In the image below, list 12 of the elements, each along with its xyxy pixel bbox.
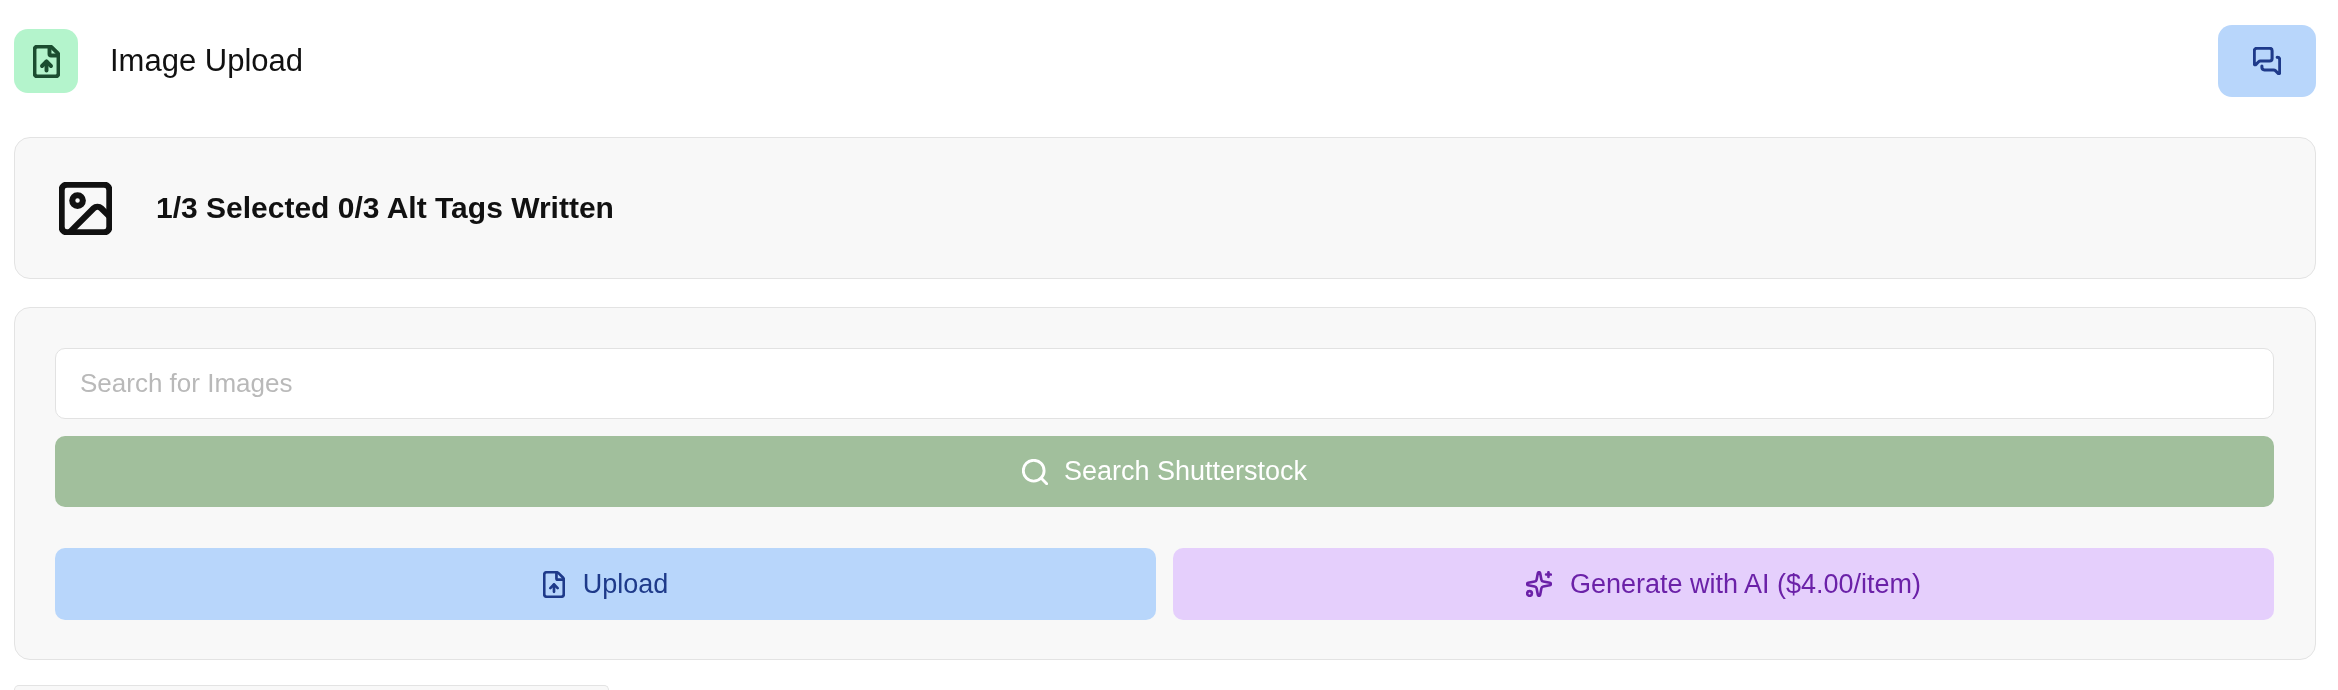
file-upload-icon bbox=[542, 570, 565, 598]
chat-button[interactable] bbox=[2218, 25, 2316, 97]
page-title: Image Upload bbox=[110, 43, 303, 79]
file-upload-icon bbox=[14, 29, 78, 93]
search-icon bbox=[1021, 458, 1048, 485]
sparkles-icon bbox=[1525, 571, 1552, 597]
summary-text: 1/3 Selected 0/3 Alt Tags Written bbox=[156, 191, 614, 225]
upload-button[interactable]: Upload bbox=[55, 548, 1156, 620]
speech-bubbles-icon bbox=[2253, 47, 2281, 75]
image-icon bbox=[59, 181, 112, 235]
generate-button[interactable]: Generate with AI ($4.00/item) bbox=[1173, 548, 2274, 620]
search-field[interactable]: Search for Images bbox=[55, 348, 2274, 419]
